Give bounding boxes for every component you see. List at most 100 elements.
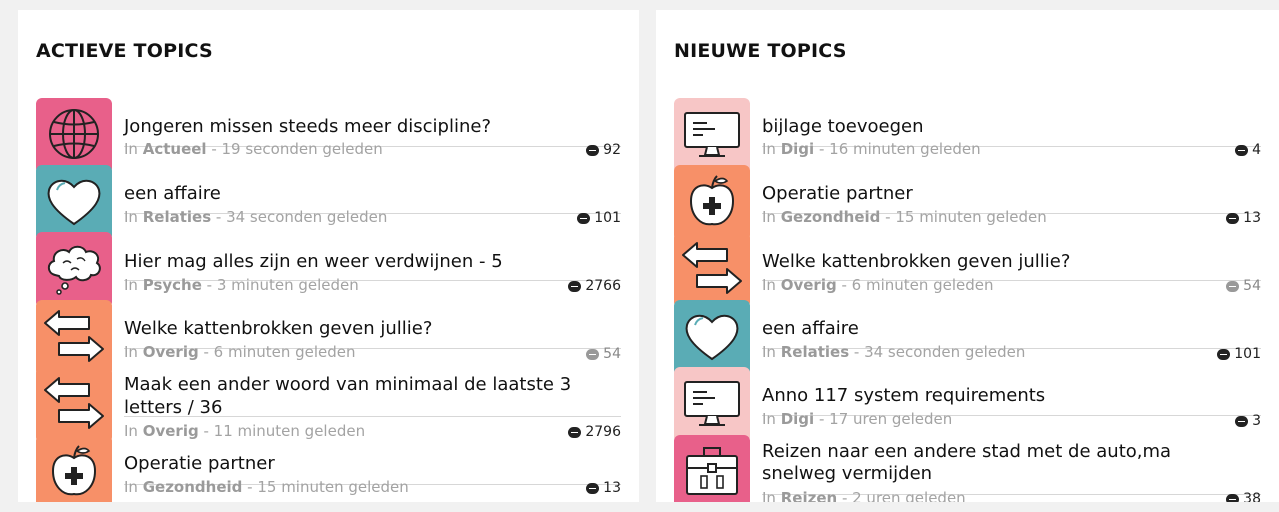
- category-icon-box[interactable]: [36, 367, 112, 443]
- topic-title-link[interactable]: snelweg vermijden: [762, 463, 932, 485]
- panel-title: ACTIEVE TOPICS: [36, 40, 213, 62]
- topic-title-link[interactable]: een affaire: [762, 318, 859, 340]
- timestamp: - 17 uren geleden: [814, 410, 953, 428]
- topic-title-link[interactable]: Reizen naar een andere stad met de auto,…: [762, 441, 1171, 463]
- timestamp: - 3 minuten geleden: [201, 276, 359, 294]
- topic-title-link[interactable]: Anno 117 system requirements: [762, 385, 1045, 407]
- comment-bubble-icon: [568, 280, 582, 292]
- topic-meta: In Relaties - 34 seconden geleden: [124, 208, 387, 226]
- category-link[interactable]: Actueel: [143, 140, 207, 158]
- topic-item[interactable]: een affaire In Relaties - 34 seconden gel…: [36, 165, 621, 241]
- reply-count: 38: [1226, 491, 1261, 502]
- comment-bubble-icon: [1217, 348, 1231, 360]
- in-label: In: [762, 343, 776, 361]
- category-icon-box[interactable]: [674, 98, 750, 174]
- timestamp: - 34 seconden geleden: [211, 208, 388, 226]
- reply-count-value: 101: [1234, 346, 1261, 362]
- apple-cross-icon: [41, 438, 107, 502]
- comment-bubble-icon: [586, 482, 600, 494]
- topic-item[interactable]: bijlage toevoegen In Digi - 16 minuten ge…: [674, 98, 1261, 174]
- comment-bubble-icon: [1226, 212, 1240, 224]
- topic-meta: In Overig - 6 minuten geleden: [762, 276, 994, 294]
- reply-count-value: 3: [1252, 413, 1261, 429]
- timestamp: - 16 minuten geleden: [814, 140, 981, 158]
- category-link[interactable]: Overig: [143, 343, 199, 361]
- in-label: In: [762, 208, 776, 226]
- topic-item[interactable]: Hier mag alles zijn en weer verdwijnen -…: [36, 232, 621, 308]
- category-link[interactable]: Psyche: [143, 276, 202, 294]
- reply-count-value: 4: [1252, 142, 1261, 158]
- category-icon-box[interactable]: [36, 435, 112, 502]
- reply-count-value: 13: [603, 480, 621, 496]
- category-link[interactable]: Digi: [781, 140, 814, 158]
- reply-count: 92: [586, 142, 621, 158]
- category-link[interactable]: Digi: [781, 410, 814, 428]
- topic-item[interactable]: Jongeren missen steeds meer discipline? I…: [36, 98, 621, 174]
- category-icon-box[interactable]: [674, 232, 750, 308]
- topic-title-link[interactable]: Welke kattenbrokken geven jullie?: [762, 251, 1070, 273]
- topic-title-link[interactable]: bijlage toevoegen: [762, 116, 923, 138]
- topic-item[interactable]: Maak een ander woord van minimaal de laa…: [36, 367, 621, 443]
- topic-meta: In Psyche - 3 minuten geleden: [124, 276, 359, 294]
- reply-count: 2766: [568, 278, 621, 294]
- in-label: In: [124, 343, 138, 361]
- topic-title-link[interactable]: Maak een ander woord van minimaal de laa…: [124, 374, 571, 396]
- swap-arrows-icon: [41, 370, 107, 440]
- heart-icon: [679, 303, 745, 373]
- reply-count-value: 54: [603, 346, 621, 362]
- topic-item[interactable]: Anno 117 system requirements In Digi - 17…: [674, 367, 1261, 443]
- reply-count-value: 54: [1243, 278, 1261, 294]
- reply-count: 54: [586, 346, 621, 362]
- reply-count-value: 2766: [585, 278, 621, 294]
- category-icon-box[interactable]: [36, 165, 112, 241]
- topic-title-link[interactable]: een affaire: [124, 183, 221, 205]
- category-icon-box[interactable]: [674, 367, 750, 443]
- topic-title-link[interactable]: Operatie partner: [762, 183, 913, 205]
- category-icon-box[interactable]: [674, 435, 750, 502]
- timestamp: - 34 seconden geleden: [849, 343, 1026, 361]
- apple-cross-icon: [679, 168, 745, 238]
- topic-meta: In Reizen - 2 uren geleden: [762, 489, 966, 502]
- comment-bubble-icon: [1235, 144, 1249, 156]
- comment-bubble-icon: [1226, 493, 1240, 502]
- category-link[interactable]: Gezondheid: [143, 478, 243, 496]
- category-icon-box[interactable]: [674, 300, 750, 376]
- category-link[interactable]: Reizen: [781, 489, 837, 502]
- reply-count: 4: [1235, 142, 1261, 158]
- topic-title-link[interactable]: Jongeren missen steeds meer discipline?: [124, 116, 491, 138]
- topic-item[interactable]: een affaire In Relaties - 34 seconden gel…: [674, 300, 1261, 376]
- topic-title-link[interactable]: Hier mag alles zijn en weer verdwijnen -…: [124, 251, 503, 273]
- topic-title-link[interactable]: Operatie partner: [124, 453, 275, 475]
- topic-item[interactable]: Welke kattenbrokken geven jullie? In Over…: [36, 300, 621, 376]
- topic-item[interactable]: Operatie partner In Gezondheid - 15 minut…: [674, 165, 1261, 241]
- reply-count-value: 101: [594, 210, 621, 226]
- reply-count-value: 13: [1243, 210, 1261, 226]
- panel-title: NIEUWE TOPICS: [674, 40, 847, 62]
- category-icon-box[interactable]: [36, 98, 112, 174]
- topic-meta: In Relaties - 34 seconden geleden: [762, 343, 1025, 361]
- reply-count: 3: [1235, 413, 1261, 429]
- topic-meta: In Actueel - 19 seconden geleden: [124, 140, 383, 158]
- category-link[interactable]: Overig: [781, 276, 837, 294]
- category-link[interactable]: Gezondheid: [781, 208, 881, 226]
- reply-count: 101: [577, 210, 621, 226]
- category-icon-box[interactable]: [36, 300, 112, 376]
- comment-bubble-icon: [1226, 280, 1240, 292]
- category-icon-box[interactable]: [674, 165, 750, 241]
- comment-bubble-icon: [586, 348, 600, 360]
- timestamp: - 2 uren geleden: [837, 489, 966, 502]
- globe-icon: [41, 101, 107, 171]
- new-topics-panel: NIEUWE TOPICS bijlage toevoegen In Digi -…: [656, 10, 1279, 502]
- topic-item[interactable]: Welke kattenbrokken geven jullie? In Over…: [674, 232, 1261, 308]
- category-link[interactable]: Relaties: [143, 208, 211, 226]
- swap-arrows-icon: [41, 303, 107, 373]
- topic-item[interactable]: Reizen naar een andere stad met de auto,…: [674, 435, 1261, 502]
- topic-item[interactable]: Operatie partner In Gezondheid - 15 minut…: [36, 435, 621, 502]
- timestamp: - 15 minuten geleden: [880, 208, 1047, 226]
- topic-title-link[interactable]: Welke kattenbrokken geven jullie?: [124, 318, 432, 340]
- category-link[interactable]: Relaties: [781, 343, 849, 361]
- monitor-icon: [679, 370, 745, 440]
- category-icon-box[interactable]: [36, 232, 112, 308]
- topic-meta: In Digi - 16 minuten geleden: [762, 140, 981, 158]
- suitcase-icon: [679, 438, 745, 502]
